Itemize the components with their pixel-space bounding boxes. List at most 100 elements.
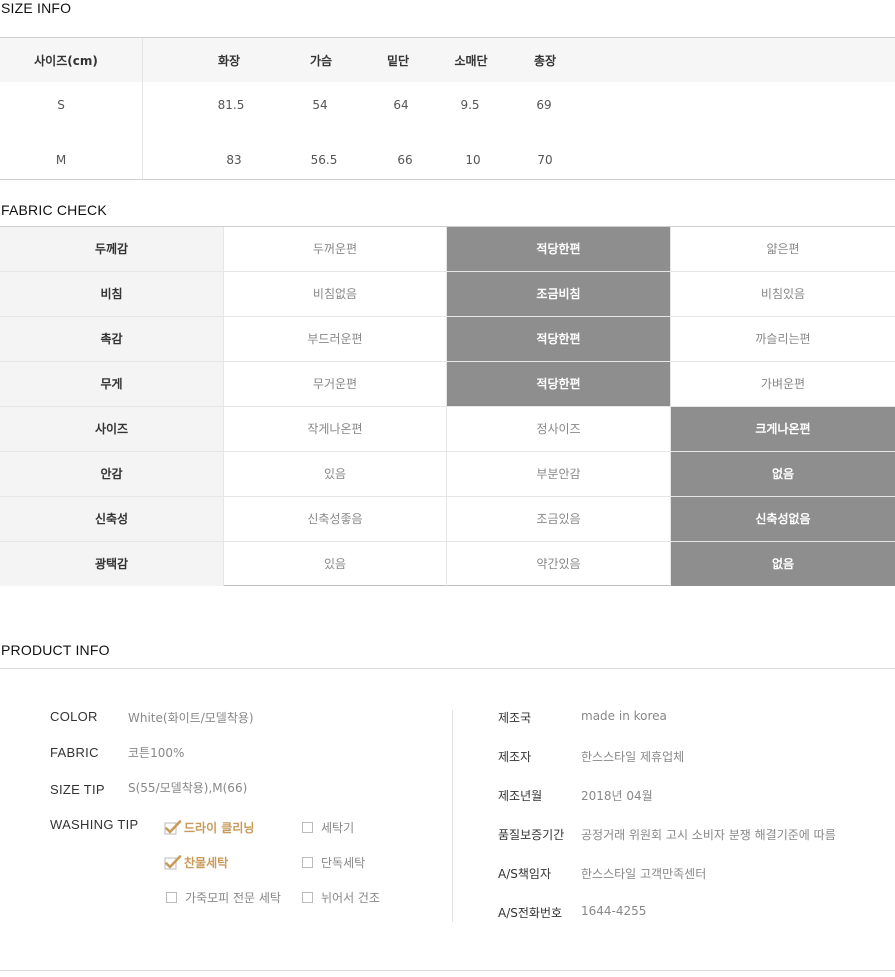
fabric-row-label: 비침 [0, 272, 224, 316]
detail-label: 제조년월 [498, 789, 543, 803]
size-tip-value: S(55/모델착용),M(66) [128, 781, 248, 795]
fabric-option: 까슬리는편 [755, 332, 811, 346]
fabric-row-label: 두께감 [0, 227, 224, 271]
size-header-chest: 가슴 [309, 54, 333, 68]
size-row-s-length: 69 [536, 98, 552, 112]
washing-option-label: 찬물세탁 [184, 856, 229, 870]
fabric-option-selected: 크게나온편 [671, 407, 895, 451]
fabric-row: 사이즈 작게나온편 정사이즈 크게나온편 [0, 407, 895, 452]
product-info-column-divider [452, 710, 453, 922]
washing-option-label: 단독세탁 [321, 856, 366, 870]
size-header-sleeve: 화장 [217, 54, 241, 68]
checkmark-icon [164, 819, 182, 836]
detail-label: A/S전화번호 [498, 906, 563, 920]
fabric-option-selected: 없음 [671, 542, 895, 586]
size-row-m-label: M [55, 153, 67, 167]
checkmark-icon [164, 854, 182, 871]
checkbox-icon [302, 822, 313, 833]
fabric-option-selected: 조금비침 [447, 272, 671, 316]
size-table-header [0, 38, 895, 82]
size-table-divider [142, 38, 143, 179]
detail-label: A/S책임자 [498, 867, 551, 881]
fabric-option: 가벼운편 [760, 377, 806, 391]
size-row-m-cuff: 10 [465, 153, 481, 167]
fabric-row-label: 신축성 [0, 497, 224, 541]
fabric-row: 촉감 부드러운편 적당한편 까슬리는편 [0, 317, 895, 362]
size-header-cuff: 소매단 [454, 54, 488, 68]
fabric-row-label: 안감 [0, 452, 224, 496]
fabric-option: 있음 [224, 542, 447, 586]
size-row-s-hem: 64 [393, 98, 409, 112]
washing-option-label: 세탁기 [321, 821, 355, 835]
detail-label: 품질보증기간 [498, 828, 565, 842]
detail-value: 한스스타일 제휴업체 [581, 750, 685, 764]
size-row-m-length: 70 [537, 153, 553, 167]
fabric-row: 두께감 두꺼운편 적당한편 얇은편 [0, 227, 895, 272]
fabric-label: FABRIC [50, 745, 99, 760]
fabric-check-title: FABRIC CHECK [1, 202, 107, 218]
detail-label: 제조국 [498, 711, 532, 725]
size-row-m-sleeve: 83 [226, 153, 242, 167]
fabric-table: 두께감 두꺼운편 적당한편 얇은편 비침 비침없음 조금비침 비침있음 촉감 부드러운편 적당한편 까… [0, 226, 895, 586]
fabric-value: 코튼100% [128, 746, 185, 760]
size-row-m-chest: 56.5 [310, 153, 338, 167]
size-table: 사이즈(cm) 화장 가슴 밑단 소매단 총장 S 81.5 54 64 9.5… [0, 37, 895, 180]
size-row-s-chest: 54 [312, 98, 328, 112]
detail-value: 한스스타일 고객만족센터 [581, 867, 707, 881]
washing-option: 가죽모피 전문 세탁 [166, 889, 281, 906]
fabric-option-selected: 적당한편 [447, 362, 671, 406]
size-header-length: 총장 [533, 54, 557, 68]
fabric-option: 부드러운편 [224, 317, 447, 361]
checkbox-icon [166, 892, 177, 903]
detail-value: 1644-4255 [581, 904, 647, 918]
washing-tip-label: WASHING TIP [50, 817, 139, 832]
fabric-option: 두꺼운편 [224, 227, 447, 271]
checkbox-icon [302, 892, 313, 903]
color-value: White(화이트/모델착용) [128, 711, 254, 725]
product-info-title: PRODUCT INFO [1, 642, 110, 658]
detail-value: 공정거래 위원회 고시 소비자 분쟁 해결기준에 따름 [581, 828, 836, 842]
fabric-option: 작게나온편 [224, 407, 447, 451]
fabric-option: 있음 [224, 452, 447, 496]
fabric-option-selected: 없음 [671, 452, 895, 496]
fabric-row: 광택감 있음 약간있음 없음 [0, 542, 895, 587]
fabric-row: 무게 무거운편 적당한편 가벼운편 [0, 362, 895, 407]
fabric-row: 신축성 신축성좋음 조금있음 신축성없음 [0, 497, 895, 542]
size-row-s-cuff: 9.5 [460, 98, 480, 112]
size-tip-label: SIZE TIP [50, 782, 105, 797]
size-row-s-sleeve: 81.5 [217, 98, 245, 112]
fabric-option: 비침있음 [760, 287, 806, 301]
fabric-option: 얇은편 [766, 242, 800, 256]
washing-option: 찬물세탁 [164, 854, 228, 871]
checkbox-icon [302, 857, 313, 868]
fabric-option: 부분안감 [447, 452, 671, 496]
product-info-bottom-divider [0, 970, 895, 971]
washing-option-label: 뉘어서 건조 [321, 891, 381, 905]
detail-value: made in korea [581, 709, 667, 723]
fabric-row-label: 무게 [0, 362, 224, 406]
fabric-option: 비침없음 [224, 272, 447, 316]
size-row-s-label: S [57, 98, 65, 112]
size-header-size: 사이즈(cm) [34, 54, 98, 68]
fabric-row-label: 광택감 [0, 542, 224, 586]
fabric-option: 무거운편 [224, 362, 447, 406]
fabric-option: 조금있음 [447, 497, 671, 541]
fabric-option: 약간있음 [447, 542, 671, 586]
fabric-option-selected: 적당한편 [447, 227, 671, 271]
washing-option-label: 드라이 클리닝 [184, 821, 255, 835]
color-label: COLOR [50, 709, 98, 724]
fabric-row-label: 촉감 [0, 317, 224, 361]
fabric-row: 안감 있음 부분안감 없음 [0, 452, 895, 497]
size-row-m-hem: 66 [397, 153, 413, 167]
fabric-option: 신축성좋음 [224, 497, 447, 541]
detail-value: 2018년 04월 [581, 789, 653, 803]
washing-option: 세탁기 [302, 819, 354, 836]
detail-label: 제조자 [498, 750, 532, 764]
size-header-hem: 밑단 [386, 54, 410, 68]
fabric-row: 비침 비침없음 조금비침 비침있음 [0, 272, 895, 317]
fabric-option: 정사이즈 [447, 407, 671, 451]
washing-option: 드라이 클리닝 [164, 819, 254, 836]
fabric-row-label: 사이즈 [0, 407, 224, 451]
product-info-top-divider [0, 668, 895, 669]
fabric-option-selected: 신축성없음 [671, 497, 895, 541]
